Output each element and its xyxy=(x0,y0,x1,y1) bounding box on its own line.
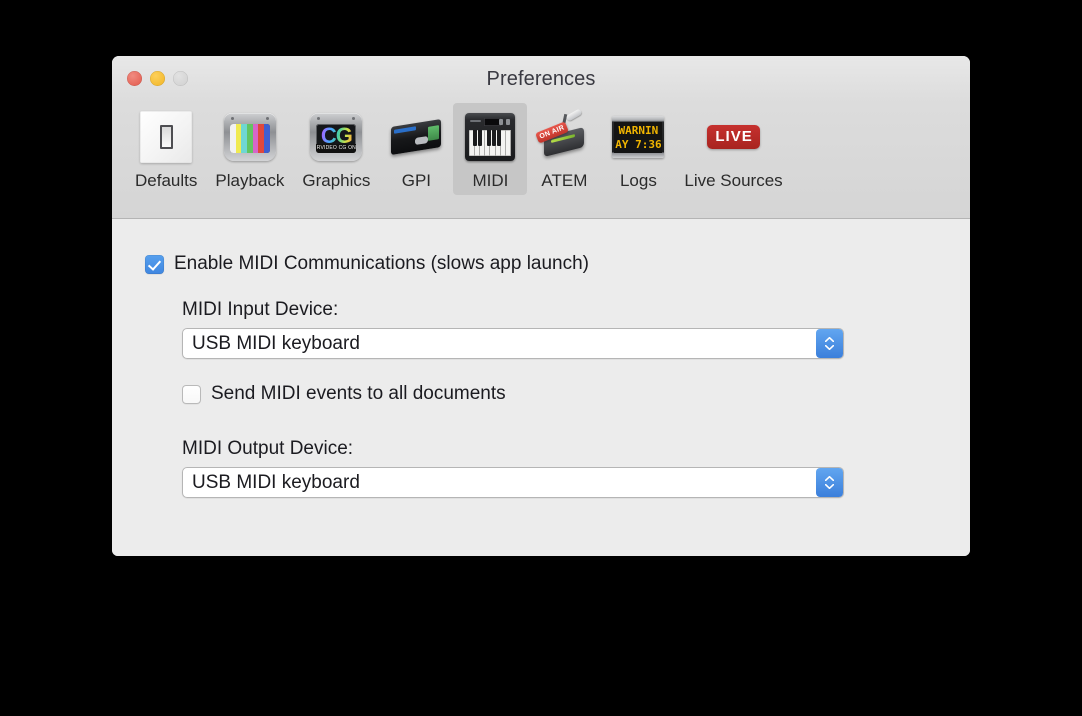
tab-midi[interactable]: MIDI xyxy=(453,103,528,195)
tab-gpi[interactable]: GPI xyxy=(379,103,453,195)
midi-output-device-select[interactable]: USB MIDI keyboard xyxy=(182,467,844,498)
light-switch-icon xyxy=(138,109,194,165)
tab-midi-label: MIDI xyxy=(472,171,509,190)
midi-output-device-value: USB MIDI keyboard xyxy=(192,471,360,493)
tab-live-sources-label: Live Sources xyxy=(684,171,783,190)
tab-playback[interactable]: Playback xyxy=(206,103,293,195)
midi-input-device-select[interactable]: USB MIDI keyboard xyxy=(182,328,844,359)
tab-graphics[interactable]: CG RVIDEO CG ON Graphics xyxy=(293,103,379,195)
crt-color-bars-icon xyxy=(222,109,278,165)
cg-icon-ticker: RVIDEO CG ON xyxy=(316,144,357,153)
live-badge-text: LIVE xyxy=(707,125,760,149)
midi-preferences-pane: Enable MIDI Communications (slows app la… xyxy=(112,219,970,556)
tab-defaults-label: Defaults xyxy=(135,171,198,190)
midi-input-device-value: USB MIDI keyboard xyxy=(192,332,360,354)
midi-input-device-label: MIDI Input Device: xyxy=(182,299,339,320)
led-line-1: WARNIN xyxy=(618,123,659,137)
tab-defaults[interactable]: Defaults xyxy=(126,103,206,195)
enable-midi-label: Enable MIDI Communications (slows app la… xyxy=(174,253,590,274)
send-midi-events-checkbox[interactable] xyxy=(182,384,201,404)
led-sign-icon: WARNIN AY 7:36 xyxy=(610,109,666,165)
enable-midi-row[interactable]: Enable MIDI Communications (slows app la… xyxy=(145,253,970,275)
page-title: Preferences xyxy=(486,68,596,90)
enable-midi-checkbox[interactable] xyxy=(145,254,164,274)
tab-logs[interactable]: WARNIN AY 7:36 Logs xyxy=(601,103,675,195)
midi-keyboard-icon xyxy=(462,109,518,165)
tab-playback-label: Playback xyxy=(215,171,285,190)
chevron-updown-icon[interactable] xyxy=(816,329,843,358)
window-titlebar: Preferences xyxy=(112,56,970,103)
preferences-window: Preferences Defaults Playback CG RVIDEO … xyxy=(112,56,970,556)
gpi-interface-box-icon xyxy=(388,109,444,165)
send-midi-events-row[interactable]: Send MIDI events to all documents xyxy=(182,383,970,405)
tab-atem-label: ATEM xyxy=(541,171,588,190)
midi-output-device-label: MIDI Output Device: xyxy=(182,438,354,459)
chevron-updown-icon[interactable] xyxy=(816,468,843,497)
crt-cg-icon: CG RVIDEO CG ON xyxy=(308,109,364,165)
led-line-2: AY 7:36 xyxy=(615,137,662,151)
tab-graphics-label: Graphics xyxy=(302,171,371,190)
tab-gpi-label: GPI xyxy=(401,171,432,190)
live-badge-icon: LIVE xyxy=(706,109,762,165)
send-midi-events-label: Send MIDI events to all documents xyxy=(211,383,506,404)
on-air-switcher-icon: ON AIR xyxy=(535,108,592,165)
tab-live-sources[interactable]: LIVE Live Sources xyxy=(675,103,791,195)
tab-atem[interactable]: ON AIR ATEM xyxy=(527,103,601,195)
tab-logs-label: Logs xyxy=(619,171,657,190)
preferences-toolbar: Defaults Playback CG RVIDEO CG ON Graphi… xyxy=(112,103,970,219)
